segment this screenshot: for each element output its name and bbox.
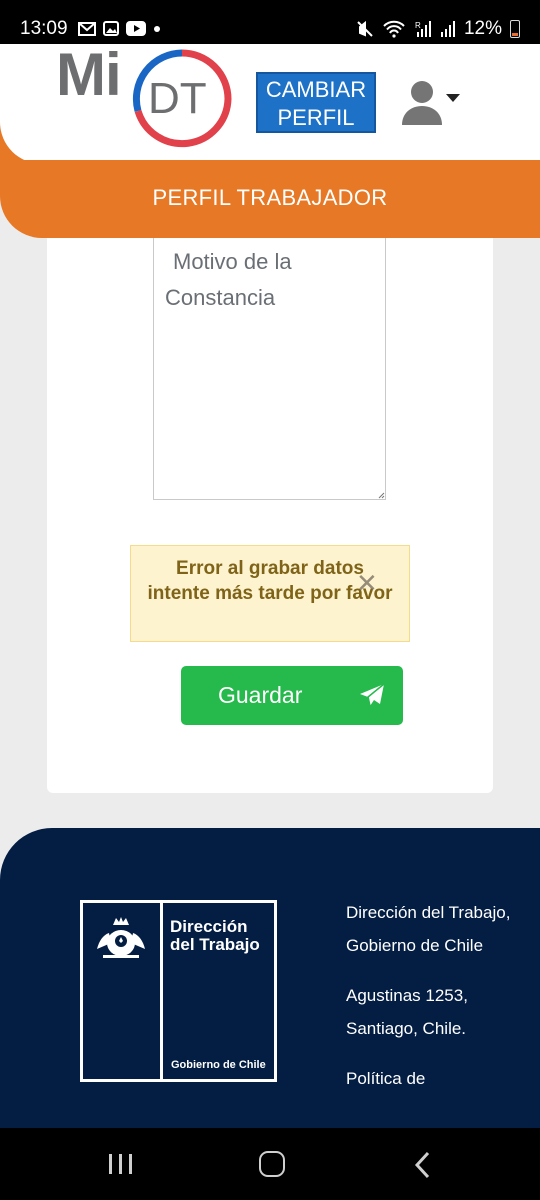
logo-title-line1: Dirección xyxy=(170,917,248,936)
android-nav-bar xyxy=(0,1128,540,1200)
send-icon xyxy=(360,683,385,707)
close-icon[interactable]: ✕ xyxy=(356,569,378,599)
cambiar-perfil-button[interactable]: CAMBIAR PERFIL xyxy=(256,72,376,133)
signal-r-icon: R xyxy=(415,21,431,37)
banner-title: PERFIL TRABAJADOR xyxy=(152,185,388,210)
svg-text:R: R xyxy=(415,21,421,30)
chile-shield-icon xyxy=(97,917,145,958)
footer-address: Agustinas 1253, Santiago, Chile. xyxy=(346,986,468,1038)
guardar-button[interactable]: Guardar xyxy=(181,666,403,725)
logo-divider xyxy=(160,903,163,1079)
motivo-textarea[interactable]: Motivo de la Constancia xyxy=(153,238,386,500)
signal-icon xyxy=(440,21,455,37)
logo-mi: Mi xyxy=(56,41,122,108)
gallery-icon xyxy=(103,21,119,36)
chevron-down-icon xyxy=(446,94,460,102)
logo-dt: DT xyxy=(148,74,207,123)
motivo-line1: Motivo de la xyxy=(173,249,292,274)
logo-title-line2: del Trabajo xyxy=(170,935,260,954)
system-icons: R 12% xyxy=(356,18,520,40)
user-icon xyxy=(402,81,442,125)
dot-icon xyxy=(154,25,160,32)
battery-icon xyxy=(510,20,520,38)
cambiar-line1: CAMBIAR xyxy=(265,77,367,102)
home-icon[interactable] xyxy=(259,1151,285,1177)
gmail-icon xyxy=(78,21,96,36)
user-menu[interactable] xyxy=(400,78,462,128)
notification-icons xyxy=(78,21,161,36)
youtube-icon xyxy=(126,21,146,36)
guardar-label: Guardar xyxy=(218,682,303,708)
back-icon[interactable] xyxy=(414,1151,430,1179)
logo-title: Dirección del Trabajo xyxy=(170,918,260,954)
gobierno-logo: Dirección del Trabajo Gobierno de Chile xyxy=(80,900,277,1082)
logo-subtitle: Gobierno de Chile xyxy=(171,1059,266,1071)
footer-info: Dirección del Trabajo, Gobierno de Chile… xyxy=(346,896,516,1112)
cambiar-line2: PERFIL xyxy=(277,105,355,130)
status-time: 13:09 xyxy=(20,18,68,39)
banner-corner xyxy=(0,120,60,164)
footer-policy-link[interactable]: Política de xyxy=(346,1062,516,1095)
wifi-icon xyxy=(383,20,405,38)
resize-handle-icon[interactable] xyxy=(378,492,385,499)
footer-org: Dirección del Trabajo, Gobierno de Chile xyxy=(346,903,511,955)
mute-icon xyxy=(357,20,373,37)
recent-apps-icon[interactable] xyxy=(108,1153,134,1175)
battery-percent: 12% xyxy=(463,18,502,39)
motivo-line2: Constancia xyxy=(165,285,276,310)
